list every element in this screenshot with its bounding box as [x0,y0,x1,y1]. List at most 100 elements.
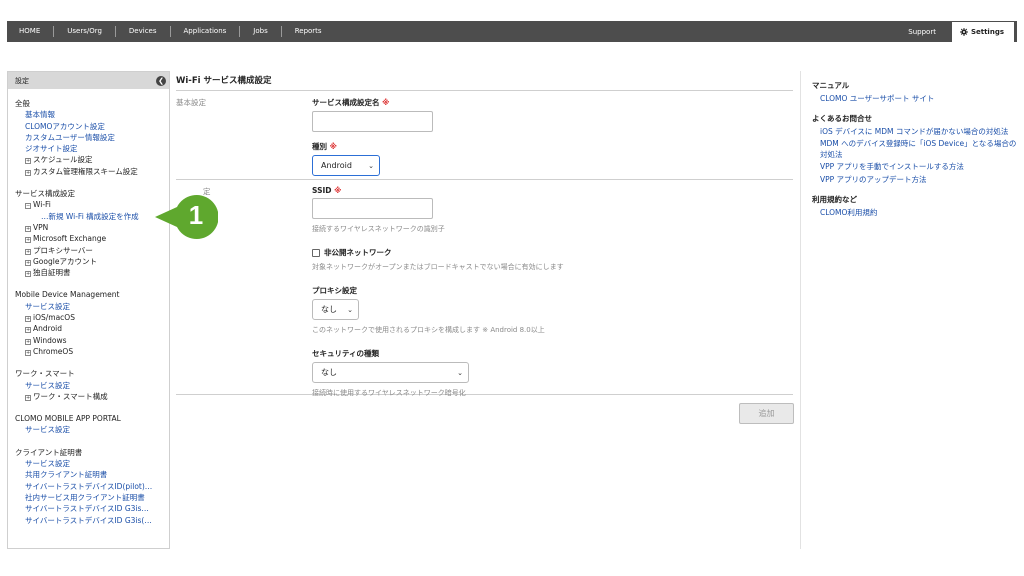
sidebar-tree-label: Googleアカウント [33,256,97,266]
proxy-hint: このネットワークで使用されるプロキシを構成します ※ Android 8.0以上 [312,326,545,334]
sidebar-tree-label: 独自証明書 [33,268,71,278]
sidebar-tree-label: VPN [33,222,49,232]
expand-icon: + [25,327,31,334]
expand-icon: + [25,248,31,255]
sidebar-tree-chromeos[interactable]: + ChromeOS [15,346,169,357]
sidebar-body: 全般 基本情報 CLOMOアカウント設定 カスタムユーザー情報設定 ジオサイト設… [8,89,169,526]
terms-heading: 利用規約など [812,195,857,204]
nav-applications[interactable]: Applications [171,26,241,37]
sidebar-tree-google[interactable]: + Googleアカウント [15,256,169,267]
nav-support[interactable]: Support [893,28,951,36]
sidebar-group-portal: CLOMO MOBILE APP PORTAL [15,414,121,424]
expand-icon: + [25,259,31,266]
sidebar-link-shared-cert[interactable]: 共用クライアント証明書 [15,469,169,480]
sidebar-tree-windows[interactable]: + Windows [15,335,169,346]
sidebar-link-cybertrust-g3is[interactable]: サイバートラストデバイスID G3is… [15,503,169,514]
section-label: 基本設定 [176,98,206,107]
sidebar-tree-schedule[interactable]: + スケジュール設定 [15,154,169,165]
sidebar-link-mdm-service[interactable]: サービス設定 [15,301,169,312]
faq-link-mdm-command[interactable]: iOS デバイスに MDM コマンドが届かない場合の対処法 [812,127,1017,138]
expand-icon: + [25,349,31,356]
sidebar-link-clomo-account[interactable]: CLOMOアカウント設定 [15,121,169,132]
nav-jobs[interactable]: Jobs [240,26,282,37]
sidebar-link-portal-service[interactable]: サービス設定 [15,424,169,435]
sidebar-link-internal-cert[interactable]: 社内サービス用クライアント証明書 [15,492,169,503]
field-label: サービス構成設定名 ※ [312,97,793,108]
sidebar-link-geosite[interactable]: ジオサイト設定 [15,143,169,154]
proxy-select[interactable]: なし ⌄ [312,299,359,320]
field-label-text: SSID [312,186,332,195]
nav-devices[interactable]: Devices [116,26,171,37]
hidden-network-row: 非公開ネットワーク [312,247,793,258]
chevron-down-icon: ⌄ [347,305,353,314]
sidebar-tree-exchange[interactable]: + Microsoft Exchange [15,233,169,244]
sidebar-tree-cert[interactable]: + 独自証明書 [15,267,169,278]
faq-link-vpp-install[interactable]: VPP アプリを手動でインストールする方法 [812,162,1017,173]
sidebar-link-basic-info[interactable]: 基本情報 [15,109,169,120]
security-hint: 接続時に使用するワイヤレスネットワーク暗号化 [312,389,466,397]
sidebar-tree-ios[interactable]: + iOS/macOS [15,312,169,323]
manual-link[interactable]: CLOMO ユーザーサポート サイト [812,94,1017,105]
expand-icon: + [25,271,31,278]
sidebar-tree-ws-config[interactable]: + ワーク・スマート構成 [15,391,169,402]
expand-icon: + [25,225,31,232]
sidebar-tree-android[interactable]: + Android [15,323,169,334]
security-select[interactable]: なし ⌄ [312,362,469,383]
sidebar-link-cybertrust-g3is-2[interactable]: サイバートラストデバイスID G3is(… [15,515,169,526]
expand-icon: + [25,394,31,401]
sidebar-title: 設定 [15,76,29,85]
page-title: Wi-Fi サービス構成設定 [176,71,793,91]
sidebar-tree-label: Microsoft Exchange [33,234,107,244]
section-label: 定 [176,186,211,197]
wifi-settings-section: 定 SSID ※ 接続するワイヤレスネットワークの識別子 非公開ネットワーク 対… [176,180,793,397]
sidebar-tree-vpn[interactable]: + VPN [15,222,169,233]
faq-link-ios-device[interactable]: MDM へのデバイス登録時に「iOS Device」となる場合の対処法 [812,139,1017,160]
sidebar-tree-custom-permission[interactable]: + カスタム管理権限スキーム設定 [15,166,169,177]
type-select[interactable]: Android ⌄ [312,155,380,176]
sidebar-header: 設定 ❮ [8,72,169,89]
collapse-sidebar-icon[interactable]: ❮ [156,75,166,86]
top-navigation: HOME Users/Org Devices Applications Jobs… [7,21,1017,42]
ssid-input[interactable] [312,198,433,219]
sidebar-link-cybertrust-pilot[interactable]: サイバートラストデバイスID(pilot)… [15,481,169,492]
field-label-text: 種別 [312,142,327,151]
nav-home[interactable]: HOME [7,26,55,37]
section-label-text: 定 [203,187,211,196]
hidden-network-checkbox[interactable] [312,248,320,257]
config-name-input[interactable] [312,111,433,132]
chevron-down-icon: ⌄ [368,161,374,170]
nav-settings-tab[interactable]: Settings [950,21,1015,42]
field-label-text: サービス構成設定名 [312,98,380,107]
sidebar-group-service: サービス構成設定 [15,189,75,199]
field-label: 種別 ※ [312,141,793,152]
sidebar-link-cert-service[interactable]: サービス設定 [15,458,169,469]
add-button[interactable]: 追加 [739,403,794,424]
sidebar-tree-label: Wi-Fi [33,200,51,210]
nav-users-org[interactable]: Users/Org [54,26,116,37]
field-label: セキュリティの種類 [312,349,380,358]
terms-link[interactable]: CLOMO利用規約 [812,208,1017,219]
faq-heading: よくあるお問合せ [812,114,872,123]
sidebar-tree-label: カスタム管理権限スキーム設定 [33,166,138,176]
sidebar-tree-wifi[interactable]: − Wi-Fi [15,199,169,210]
select-value: Android [321,161,352,170]
sidebar-tree-label: ワーク・スマート構成 [33,391,108,401]
nav-reports[interactable]: Reports [282,26,335,37]
field-label: SSID ※ [312,186,793,195]
sidebar-tree-proxy[interactable]: + プロキシサーバー [15,245,169,256]
basic-fields: サービス構成設定名 ※ 種別 ※ Android ⌄ [312,91,793,176]
sidebar-link-custom-user-info[interactable]: カスタムユーザー情報設定 [15,132,169,143]
sidebar-tree-label: Android [33,324,62,334]
expand-icon: + [25,158,31,165]
wifi-config-form: Wi-Fi サービス構成設定 基本設定 サービス構成設定名 ※ 種別 ※ And… [176,71,794,424]
sidebar-link-new-wifi[interactable]: …新規 Wi-Fi 構成設定を作成 [15,211,169,222]
faq-link-vpp-update[interactable]: VPP アプリのアップデート方法 [812,175,1017,186]
gear-icon [959,28,968,36]
sidebar-group-mdm: Mobile Device Management [15,290,120,300]
sidebar-link-ws-service[interactable]: サービス設定 [15,380,169,391]
